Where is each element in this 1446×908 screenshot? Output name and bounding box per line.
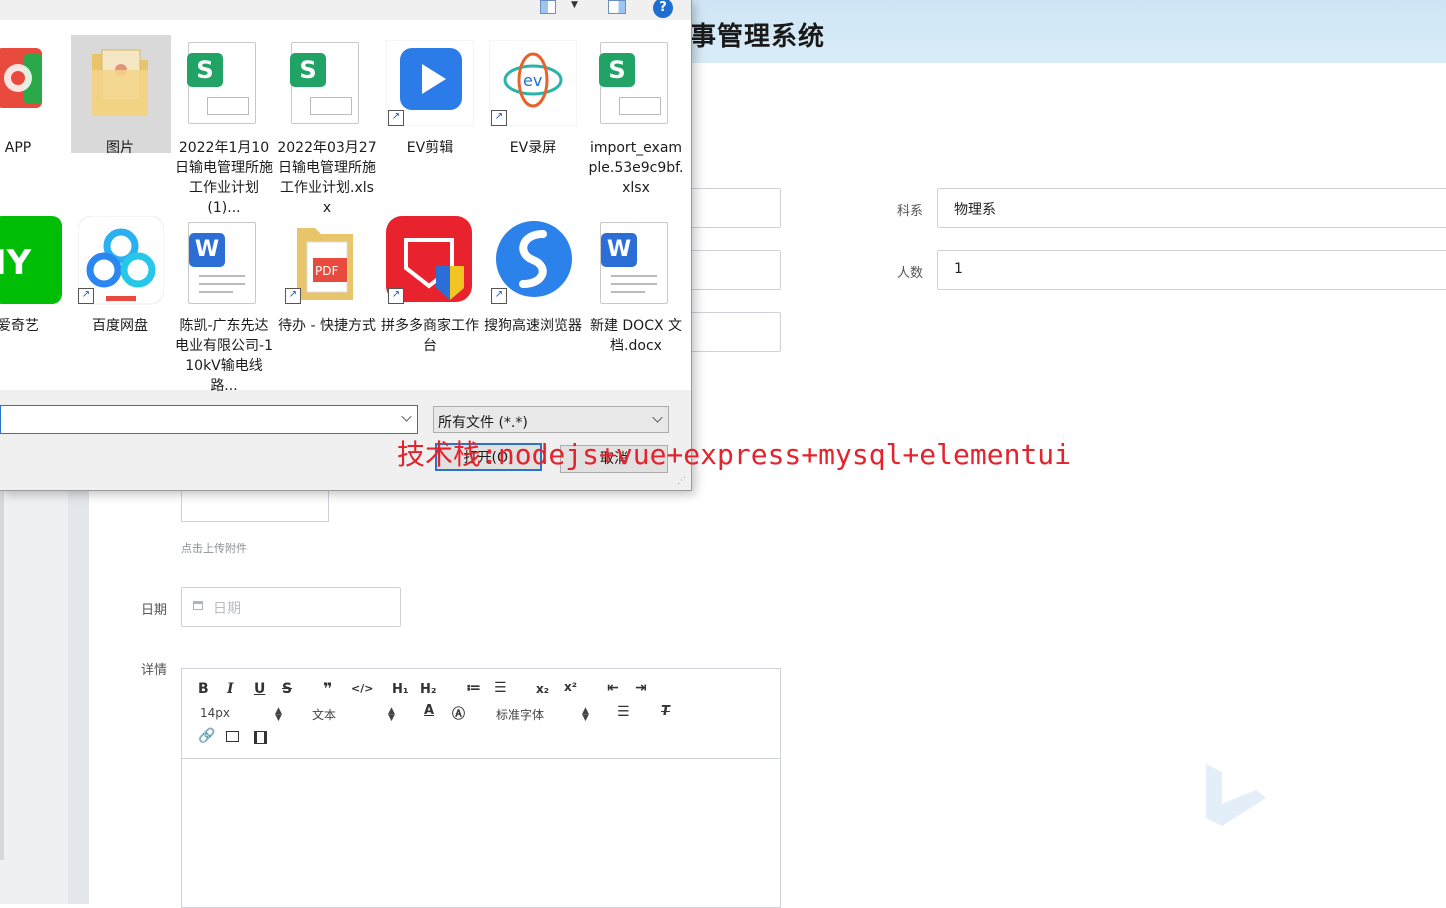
image-icon[interactable] (226, 731, 239, 742)
iqiyi-icon: IY (0, 216, 62, 304)
rich-text-editor: B I U S ❞ </> H₁ H₂ ≔ ☰ x₂ x² ⇤ ⇥ 14px ▲… (181, 668, 781, 908)
text-format-select[interactable]: 文本 (312, 706, 336, 723)
indent-icon[interactable]: ⇥ (635, 680, 647, 696)
clean-format-icon[interactable]: T (661, 704, 670, 719)
font-family-arrow-icon: ▲ ▼ (582, 706, 589, 723)
subscript-button[interactable]: x₂ (536, 682, 549, 696)
sidebar-divider (0, 490, 4, 860)
resize-grip-icon[interactable]: ⋰ (677, 476, 686, 486)
department-value: 物理系 (954, 202, 996, 218)
app-icon (0, 48, 42, 108)
page-title: 事管理系统 (690, 22, 826, 52)
svg-text:IY: IY (0, 243, 32, 283)
font-color-icon[interactable]: A (424, 703, 434, 718)
shortcut-arrow-icon: ↗ (388, 110, 404, 126)
file-open-dialog: ▼ ? APP 图片 S 2022年1月10日输电管理所施工作业计划(1)...… (0, 0, 692, 491)
chevron-down-icon[interactable] (401, 411, 412, 422)
date-placeholder: 日期 (213, 601, 241, 617)
shortcut-arrow-icon: ↗ (491, 110, 507, 126)
date-picker[interactable]: 日期 (181, 587, 401, 627)
watermark-logo-icon (1206, 764, 1266, 826)
file-name: 陈凯-广东先达电业有限公司-110kV输电线路... (175, 318, 273, 394)
background-color-icon[interactable]: Ⓐ (452, 703, 465, 722)
file-name: 2022年03月27日输电管理所施工作业计划.xlsx (277, 140, 377, 216)
file-name: 拼多多商家工作台 (381, 318, 479, 354)
file-name: 图片 (106, 140, 134, 156)
upload-hint: 点击上传附件 (181, 542, 247, 555)
date-label: 日期 (141, 603, 168, 618)
shortcut-arrow-icon: ↗ (285, 288, 301, 304)
file-name: 新建 DOCX 文档.docx (589, 318, 683, 354)
shortcut-arrow-icon: ↗ (491, 288, 507, 304)
file-name: 搜狗高速浏览器 (484, 318, 582, 334)
blockquote-button[interactable]: ❞ (323, 679, 332, 698)
font-family-select[interactable]: 标准字体 (496, 706, 544, 723)
folder-icon (92, 49, 148, 116)
file-list: APP 图片 S 2022年1月10日输电管理所施工作业计划(1)... S 2… (0, 20, 691, 394)
editor-toolbar: B I U S ❞ </> H₁ H₂ ≔ ☰ x₂ x² ⇤ ⇥ 14px ▲… (182, 669, 780, 759)
superscript-button[interactable]: x² (564, 680, 577, 694)
docx-file-icon: W (188, 222, 256, 304)
preview-pane-icon[interactable] (608, 0, 626, 14)
file-name: EV录屏 (509, 140, 557, 156)
header2-button[interactable]: H₂ (420, 682, 437, 697)
xlsx-file-icon: S (599, 42, 668, 124)
shortcut-arrow-icon: ↗ (388, 288, 404, 304)
text-format-arrow-icon: ▲ ▼ (388, 706, 395, 723)
svg-text:PDF: PDF (315, 264, 338, 278)
code-block-button[interactable]: </> (351, 682, 373, 695)
font-size-select[interactable]: 14px (200, 706, 230, 720)
file-name: APP (4, 140, 32, 156)
font-size-arrow-icon: ▲ ▼ (275, 706, 282, 723)
count-label: 人数 (897, 266, 924, 281)
file-name: 2022年1月10日输电管理所施工作业计划(1)... (175, 140, 273, 216)
xlsx-file-icon: S (290, 42, 359, 124)
department-label: 科系 (897, 204, 924, 219)
bold-button[interactable]: B (198, 681, 209, 697)
sidebar-strip (68, 490, 89, 904)
xlsx-file-icon: S (187, 42, 256, 124)
calendar-icon (193, 601, 203, 610)
view-dropdown-icon[interactable]: ▼ (571, 0, 578, 10)
italic-button[interactable]: I (227, 681, 234, 697)
view-options-icon[interactable] (540, 0, 556, 14)
file-type-select[interactable]: 所有文件 (*.*) (433, 406, 669, 433)
tech-stack-overlay: 技术栈:nodejs+vue+express+mysql+elementui (397, 438, 1072, 471)
file-name: 百度网盘 (92, 318, 148, 334)
header1-button[interactable]: H₁ (392, 682, 409, 697)
video-icon[interactable] (254, 731, 267, 744)
align-icon[interactable]: ☰ (617, 704, 630, 720)
help-icon[interactable]: ? (653, 0, 673, 18)
filename-input[interactable] (0, 405, 418, 434)
file-name: 待办 - 快捷方式 (278, 318, 376, 334)
underline-button[interactable]: U (254, 681, 265, 697)
docx-file-icon: W (600, 222, 668, 304)
strike-button[interactable]: S (282, 681, 292, 697)
count-value: 1 (954, 261, 963, 277)
file-name: EV剪辑 (406, 140, 454, 156)
link-icon[interactable]: 🔗 (198, 728, 215, 744)
folder-pdf-icon: PDF (297, 228, 353, 300)
detail-label: 详情 (141, 663, 168, 678)
bullet-list-icon[interactable]: ☰ (494, 680, 507, 696)
file-name: import_example.53e9c9bf.xlsx (588, 140, 684, 196)
svg-text:ev: ev (523, 71, 542, 90)
file-name: 爱奇艺 (0, 318, 39, 334)
file-type-value: 所有文件 (*.*) (438, 415, 528, 431)
ordered-list-icon[interactable]: ≔ (466, 680, 481, 696)
outdent-icon[interactable]: ⇤ (607, 680, 619, 696)
department-input[interactable]: 物理系 (937, 188, 1446, 228)
chevron-down-icon[interactable] (652, 412, 663, 423)
shortcut-arrow-icon: ↗ (78, 288, 94, 304)
count-input[interactable]: 1 (937, 250, 1446, 290)
